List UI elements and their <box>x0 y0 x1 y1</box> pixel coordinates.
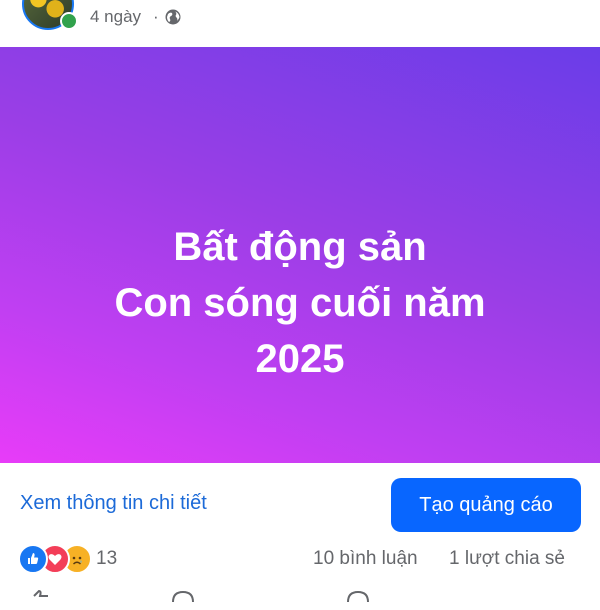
details-link[interactable]: Xem thông tin chi tiết <box>20 492 207 515</box>
shares-count[interactable]: 1 lượt chia sẻ <box>449 548 565 570</box>
action-bar <box>0 590 600 603</box>
banner-text: Bất động sản Con sóng cuối năm 2025 <box>0 219 600 387</box>
cta-row: Xem thông tin chi tiết Tạo quảng cáo <box>0 463 600 535</box>
post-time[interactable]: 4 ngày <box>90 7 141 27</box>
banner-line-2: Con sóng cuối năm <box>114 281 486 325</box>
reactions-summary[interactable] <box>18 544 98 574</box>
globe-icon <box>165 9 181 25</box>
post-banner[interactable]: Bất động sản Con sóng cuối năm 2025 <box>0 47 600 463</box>
like-icon <box>18 544 48 574</box>
like-icon[interactable] <box>28 590 54 610</box>
comment-icon[interactable] <box>170 590 196 610</box>
post-stats: 13 10 bình luận 1 lượt chia sẻ <box>0 538 600 578</box>
create-ad-button[interactable]: Tạo quảng cáo <box>391 478 581 532</box>
banner-line-3: 2025 <box>255 337 345 381</box>
banner-line-1: Bất động sản <box>173 225 427 269</box>
reaction-count[interactable]: 13 <box>96 548 117 570</box>
time-separator: · <box>153 7 159 26</box>
comments-count[interactable]: 10 bình luận <box>313 548 418 570</box>
avatar[interactable] <box>22 0 78 34</box>
share-icon[interactable] <box>345 590 371 610</box>
post-header: 4 ngày · <box>0 0 600 46</box>
online-status-dot <box>60 12 78 30</box>
